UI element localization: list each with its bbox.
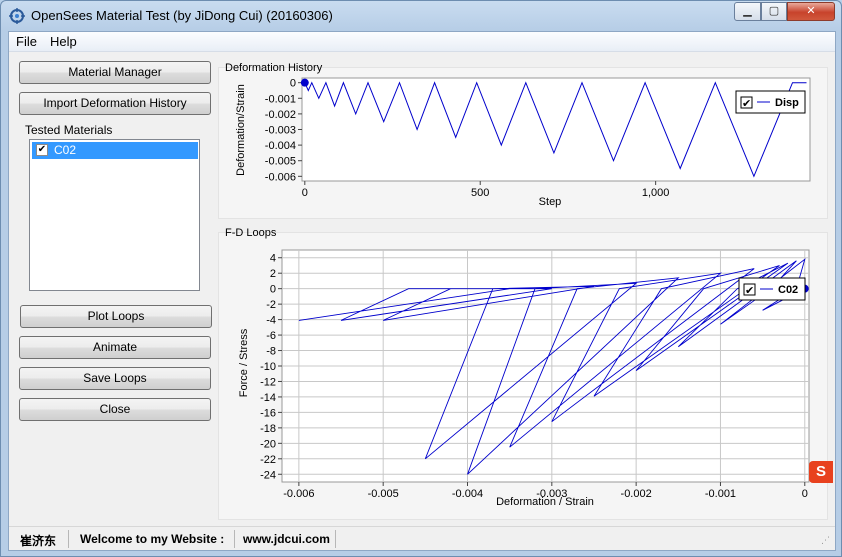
y-tick-label: -10 <box>260 361 276 373</box>
save-loops-button[interactable]: Save Loops <box>19 367 211 390</box>
fd-loops-panel: F-D Loops -0.006 -0.005 -0.004 -0.003 -0.002… <box>218 227 829 521</box>
y-tick-label: -8 <box>266 346 276 358</box>
y-axis-label: Force / Stress <box>238 328 250 397</box>
y-tick-label: -22 <box>260 454 276 466</box>
x-axis-label: Deformation / Strain <box>496 496 594 508</box>
title-bar: OpenSees Material Test (by JiDong Cui) (… <box>1 1 841 31</box>
x-tick-label: -0.001 <box>705 488 736 500</box>
material-manager-button[interactable]: Material Manager <box>19 61 211 84</box>
x-axis-label: Step <box>539 196 562 208</box>
app-window: OpenSees Material Test (by JiDong Cui) (… <box>0 0 842 557</box>
legend-label: C02 <box>778 284 798 296</box>
menu-help[interactable]: Help <box>48 34 79 49</box>
legend[interactable]: ✔ C02 <box>738 277 806 301</box>
status-divider <box>68 530 69 548</box>
fd-loops-chart[interactable]: -0.006 -0.005 -0.004 -0.003 -0.002 -0.001 0420… <box>219 233 829 521</box>
animate-button[interactable]: Animate <box>19 336 211 359</box>
status-divider <box>234 530 235 548</box>
y-tick-label: 0 <box>290 78 296 90</box>
y-tick-label: -0.002 <box>265 109 296 121</box>
y-tick-label: -0.005 <box>265 156 296 168</box>
current-step-marker <box>300 78 309 87</box>
client-area: File Help Material Manager Import Deform… <box>8 31 836 551</box>
minimize-icon: ▁ <box>743 5 752 17</box>
list-item[interactable]: ✔ C02 <box>32 142 198 159</box>
x-tick-label: -0.006 <box>283 488 314 500</box>
material-checkbox[interactable]: ✔ <box>36 144 48 156</box>
menu-bar: File Help <box>9 32 835 52</box>
tested-materials-label: Tested Materials <box>25 123 113 137</box>
plot-area <box>301 77 811 182</box>
status-welcome: Welcome to my Website : <box>80 532 225 546</box>
x-tick-label: -0.002 <box>621 488 652 500</box>
y-tick-label: 2 <box>270 268 276 280</box>
y-tick-label: -2 <box>266 299 276 311</box>
plot-loops-button[interactable]: Plot Loops <box>20 305 212 328</box>
y-tick-label: -24 <box>260 469 276 481</box>
menu-file[interactable]: File <box>14 34 39 49</box>
ime-tray-icon[interactable]: S <box>809 461 833 483</box>
x-tick-label: 0 <box>802 488 808 500</box>
y-tick-label: -6 <box>266 330 276 342</box>
status-divider <box>335 530 336 548</box>
deformation-history-chart[interactable]: 0 500 1,000 0 -0.001 -0.002 -0.003 -0.004 -0.005… <box>219 68 829 220</box>
y-tick-label: 0 <box>270 284 276 296</box>
x-tick-label: 500 <box>471 187 489 199</box>
status-website[interactable]: www.jdcui.com <box>243 532 330 546</box>
close-icon: ✕ <box>806 5 816 17</box>
x-tick-label: -0.004 <box>452 488 483 500</box>
y-tick-label: -0.003 <box>265 125 296 137</box>
maximize-button[interactable]: ▢ <box>761 2 787 21</box>
minimize-button[interactable]: ▁ <box>734 2 761 21</box>
y-tick-label: -4 <box>266 315 276 327</box>
resize-grip-icon[interactable]: ⋰ <box>821 535 830 546</box>
y-tick-label: -0.004 <box>265 140 296 152</box>
import-deformation-history-button[interactable]: Import Deformation History <box>19 92 211 115</box>
window-title: OpenSees Material Test (by JiDong Cui) (… <box>31 8 333 23</box>
y-tick-label: 4 <box>270 253 276 265</box>
close-window-button[interactable]: ✕ <box>787 2 835 21</box>
y-tick-label: -0.006 <box>265 171 296 183</box>
close-button[interactable]: Close <box>19 398 211 421</box>
material-label: C02 <box>54 143 77 157</box>
y-tick-label: -20 <box>260 438 276 450</box>
y-tick-label: -16 <box>260 407 276 419</box>
y-tick-label: -14 <box>260 392 276 404</box>
status-author: 崔济东 <box>20 534 57 548</box>
x-tick-label: 0 <box>302 187 308 199</box>
legend-label: Disp <box>775 97 799 109</box>
legend-check-icon: ✔ <box>745 285 754 297</box>
x-tick-label: -0.005 <box>368 488 399 500</box>
status-bar: 崔济东 Welcome to my Website : www.jdcui.co… <box>9 526 835 550</box>
legend[interactable]: ✔ Disp <box>735 90 806 114</box>
legend-check-icon: ✔ <box>742 98 751 110</box>
maximize-icon: ▢ <box>768 5 780 17</box>
tested-materials-list[interactable]: ✔ C02 <box>29 139 200 291</box>
deformation-history-panel: Deformation History 0 500 1,000 0 -0.001 -0.0… <box>218 62 829 220</box>
app-icon <box>9 8 25 24</box>
y-axis-label: Deformation/Strain <box>235 84 247 176</box>
y-tick-label: -12 <box>260 376 276 388</box>
y-tick-label: -0.001 <box>265 93 296 105</box>
y-tick-label: -18 <box>260 423 276 435</box>
x-tick-label: 1,000 <box>642 187 670 199</box>
